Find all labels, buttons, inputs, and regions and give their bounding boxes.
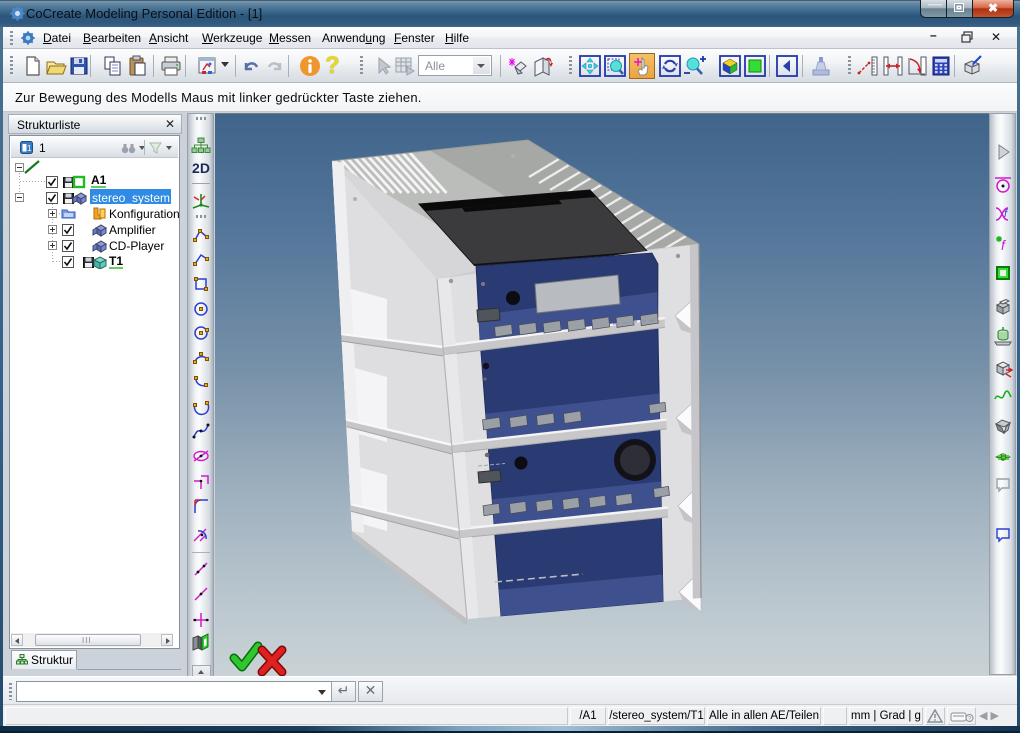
svg-text:f: f — [1001, 237, 1007, 253]
svg-text:1: 1 — [27, 144, 32, 153]
svg-text:f: f — [1004, 208, 1008, 220]
svg-text:?: ? — [968, 717, 972, 723]
